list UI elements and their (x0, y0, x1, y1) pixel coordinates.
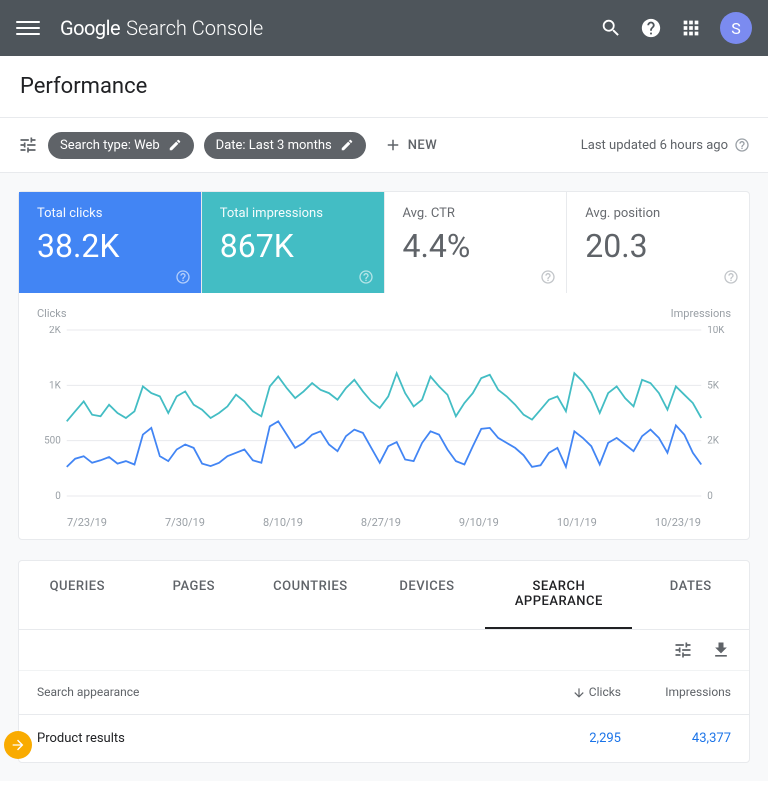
help-outline-icon[interactable] (734, 137, 750, 153)
metric-tile[interactable]: Avg. position 20.3 (567, 192, 749, 293)
tab-queries[interactable]: QUERIES (19, 561, 136, 629)
col-header-clicks[interactable]: Clicks (511, 685, 621, 700)
metric-value: 38.2K (37, 227, 183, 265)
tabs-card: QUERIESPAGESCOUNTRIESDEVICESSEARCH APPEA… (18, 560, 750, 763)
filter-list-icon[interactable] (673, 640, 693, 660)
help-outline-icon[interactable] (175, 269, 191, 285)
edit-icon (340, 138, 354, 152)
tab-pages[interactable]: PAGES (136, 561, 253, 629)
apps-icon[interactable] (680, 17, 702, 39)
chart-svg: 2K 1K 500 0 10K 5K 2K 0 (37, 326, 731, 506)
chart-right-axis-label: Impressions (671, 307, 731, 320)
menu-icon[interactable] (16, 16, 40, 40)
chart-area: Clicks Impressions 2K 1K 500 0 10K 5K 2K 0 7/2… (19, 293, 749, 539)
metric-value: 4.4% (403, 227, 549, 265)
help-outline-icon[interactable] (358, 269, 374, 285)
row-name: Product results (37, 731, 511, 746)
metric-value: 867K (220, 227, 366, 265)
plus-icon (384, 136, 402, 154)
svg-text:1K: 1K (49, 380, 62, 391)
row-impressions: 43,377 (621, 731, 731, 746)
callout-arrow-icon (4, 731, 32, 759)
svg-text:5K: 5K (707, 380, 720, 391)
chip-date-range[interactable]: Date: Last 3 months (204, 132, 366, 159)
tabs-row: QUERIESPAGESCOUNTRIESDEVICESSEARCH APPEA… (19, 561, 749, 630)
metric-value: 20.3 (585, 227, 731, 265)
metrics-row: Total clicks 38.2K Total impressions 867… (19, 192, 749, 293)
metric-label: Total clicks (37, 206, 183, 221)
tab-countries[interactable]: COUNTRIES (252, 561, 369, 629)
filter-icon[interactable] (18, 135, 38, 155)
col-header-impressions[interactable]: Impressions (621, 685, 731, 699)
chart-x-labels: 7/23/197/30/198/10/198/27/199/10/1910/1/… (37, 510, 731, 529)
table-header: Search appearance Clicks Impressions (19, 671, 749, 715)
metric-label: Avg. CTR (403, 206, 549, 221)
app-header: Google Search Console S (0, 0, 768, 56)
tab-search-appearance[interactable]: SEARCH APPEARANCE (485, 561, 632, 629)
metric-label: Total impressions (220, 206, 366, 221)
edit-icon (168, 138, 182, 152)
logo: Google Search Console (60, 16, 263, 40)
svg-text:2K: 2K (49, 326, 62, 336)
avatar[interactable]: S (720, 12, 752, 44)
svg-text:10K: 10K (707, 326, 725, 336)
table-actions (19, 630, 749, 671)
svg-text:0: 0 (707, 491, 713, 502)
row-clicks: 2,295 (511, 731, 621, 746)
download-icon[interactable] (711, 640, 731, 660)
sort-down-icon (572, 686, 586, 700)
new-filter-button[interactable]: NEW (376, 130, 446, 160)
tab-devices[interactable]: DEVICES (369, 561, 486, 629)
svg-text:2K: 2K (707, 436, 720, 447)
table-row[interactable]: Product results 2,295 43,377 (19, 715, 749, 762)
logo-product: Search Console (126, 16, 263, 40)
help-icon[interactable] (640, 17, 662, 39)
metric-tile[interactable]: Avg. CTR 4.4% (385, 192, 568, 293)
search-icon[interactable] (600, 17, 622, 39)
page-title: Performance (20, 74, 748, 99)
chart-left-axis-label: Clicks (37, 307, 67, 320)
col-header-name[interactable]: Search appearance (37, 685, 511, 699)
main-content: Total clicks 38.2K Total impressions 867… (0, 173, 768, 781)
svg-text:0: 0 (55, 491, 61, 502)
metric-label: Avg. position (585, 206, 731, 221)
help-outline-icon[interactable] (723, 269, 739, 285)
metric-tile[interactable]: Total impressions 867K (202, 192, 385, 293)
last-updated: Last updated 6 hours ago (581, 137, 750, 153)
metric-tile[interactable]: Total clicks 38.2K (19, 192, 202, 293)
performance-card: Total clicks 38.2K Total impressions 867… (18, 191, 750, 540)
help-outline-icon[interactable] (540, 269, 556, 285)
filters-bar: Search type: Web Date: Last 3 months NEW… (0, 118, 768, 173)
tab-dates[interactable]: DATES (632, 561, 749, 629)
svg-text:500: 500 (44, 436, 61, 447)
chip-search-type[interactable]: Search type: Web (48, 132, 194, 159)
logo-google: Google (60, 16, 120, 40)
page-title-bar: Performance (0, 56, 768, 118)
